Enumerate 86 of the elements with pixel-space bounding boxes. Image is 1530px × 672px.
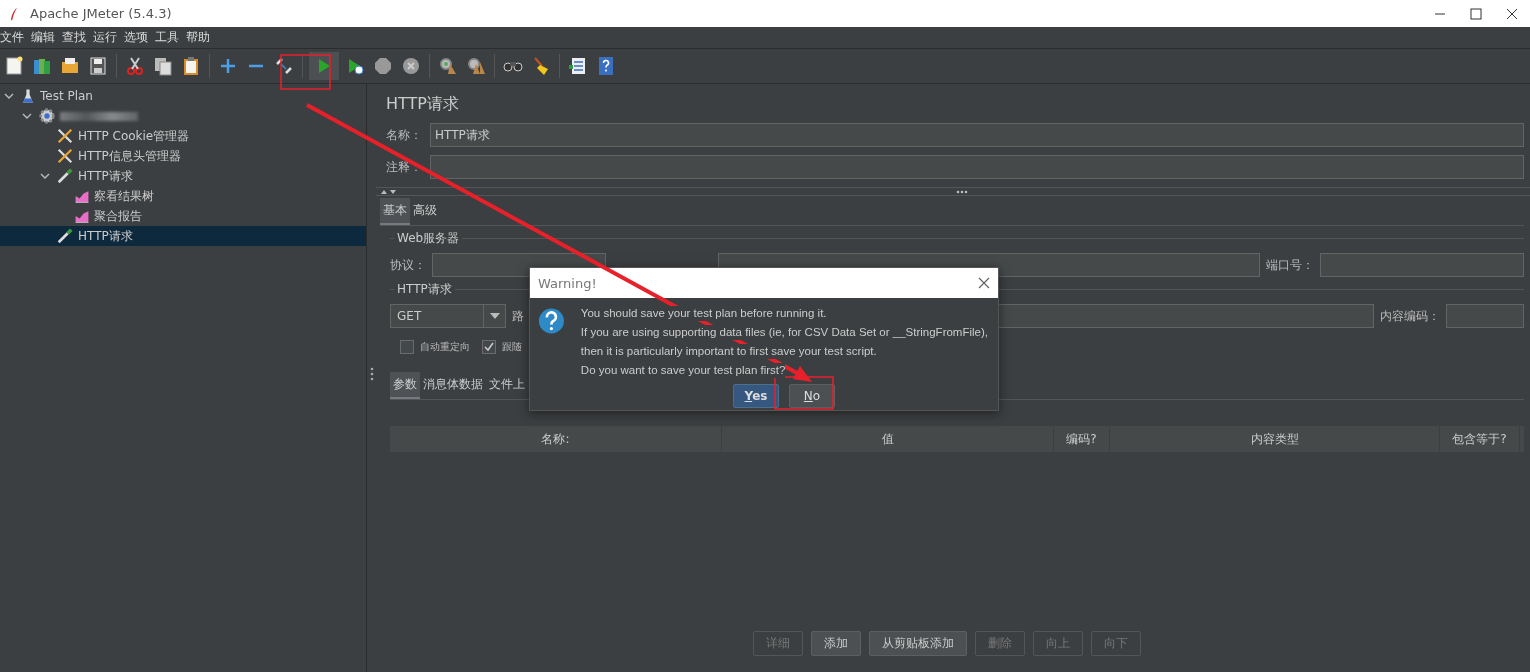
expand-caret-icon[interactable] xyxy=(40,171,50,181)
tree-item[interactable]: 察看结果树 xyxy=(0,186,366,206)
dropdown-arrow-icon[interactable] xyxy=(489,313,500,319)
encoding-field[interactable] xyxy=(1446,304,1524,328)
maximize-icon[interactable] xyxy=(1470,7,1482,20)
field-label: 注释： xyxy=(386,158,422,176)
action-button[interactable]: 添加 xyxy=(811,631,861,656)
stop-icon xyxy=(373,56,393,76)
menu-item[interactable]: 查找 xyxy=(62,29,86,46)
field-label: 内容编码： xyxy=(1380,307,1440,325)
checkbox[interactable] xyxy=(400,340,414,354)
dialog-button[interactable]: Yes xyxy=(733,384,779,408)
field-label: 端口号： xyxy=(1266,256,1314,274)
menu-item[interactable]: 帮助 xyxy=(186,29,210,46)
dialog-message: then it is particularly important to first save your test script. xyxy=(580,344,877,359)
column-header: 包含等于? xyxy=(1440,426,1520,452)
name-field[interactable]: HTTP请求 xyxy=(430,123,1524,147)
minus-icon xyxy=(247,63,265,69)
menu-item[interactable]: 文件 xyxy=(0,29,24,46)
panel-title: HTTP请求 xyxy=(385,93,460,115)
help-book-icon xyxy=(596,56,616,76)
menu-item[interactable]: 运行 xyxy=(93,29,117,46)
copy-icon xyxy=(153,56,173,76)
wrench-screwdriver-icon xyxy=(56,147,74,165)
column-header: 内容类型 xyxy=(1110,426,1440,452)
toggle-icon xyxy=(274,56,294,76)
highlight-frame xyxy=(280,54,331,90)
templates-icon xyxy=(32,56,52,76)
close-icon[interactable] xyxy=(1506,7,1518,20)
close-icon[interactable] xyxy=(978,277,990,289)
method-dropdown[interactable]: GET xyxy=(390,304,506,328)
menu-item[interactable]: 选项 xyxy=(124,29,148,46)
tab[interactable]: 文件上 xyxy=(486,372,528,399)
tree-item[interactable]: Test Plan xyxy=(0,86,366,106)
gear-brooms-icon xyxy=(466,56,486,76)
save-icon xyxy=(88,56,108,76)
gear-broom-icon xyxy=(438,56,458,76)
shutdown-icon xyxy=(401,56,421,76)
gear-icon xyxy=(38,107,56,125)
question-icon xyxy=(538,306,565,336)
plus-icon xyxy=(218,56,238,76)
dialog-message: If you are using supporting data files (ie, for CSV Data Set or __StringFromFile), xyxy=(580,325,988,340)
menu-item[interactable]: 编辑 xyxy=(31,29,55,46)
list-icon xyxy=(568,56,588,76)
window-title: Apache JMeter (5.4.3) xyxy=(30,6,172,21)
pipette-icon xyxy=(56,167,74,185)
tree-item[interactable]: 聚合报告 xyxy=(0,206,366,226)
port-field[interactable] xyxy=(1320,253,1524,277)
tab[interactable]: 消息体数据 xyxy=(420,372,486,399)
clipboard-icon xyxy=(181,56,201,76)
wrench-screwdriver-icon xyxy=(56,127,74,145)
group-title: HTTP请求 xyxy=(394,281,455,298)
collapse-arrows-icon[interactable] xyxy=(380,188,398,195)
field-label: 协议： xyxy=(390,256,426,274)
dialog-button[interactable]: No xyxy=(789,384,835,408)
field-label: 名称： xyxy=(386,126,422,144)
drag-handle-icon[interactable] xyxy=(956,189,968,194)
new-file-icon xyxy=(4,56,24,76)
tree-item[interactable]: HTTP请求 xyxy=(0,226,366,246)
group-title: Web服务器 xyxy=(394,230,463,247)
column-header: 编码? xyxy=(1054,426,1110,452)
checkbox-option[interactable]: 自动重定向 xyxy=(400,340,470,354)
pipette-icon xyxy=(56,227,74,245)
tree-item[interactable]: HTTP请求 xyxy=(0,166,366,186)
dialog-title: Warning! xyxy=(538,275,597,291)
column-header: 名称: xyxy=(390,426,722,452)
column-header: 值 xyxy=(722,426,1054,452)
field-label: 路 xyxy=(512,307,524,325)
comment-field[interactable] xyxy=(430,155,1524,179)
scissors-icon xyxy=(125,56,145,76)
checkbox-option[interactable]: 跟随 xyxy=(482,340,522,354)
folder-icon xyxy=(60,56,80,76)
tab[interactable]: 基本 xyxy=(380,198,410,225)
dialog-message: Do you want to save your test plan first? xyxy=(580,363,786,378)
tab[interactable]: 参数 xyxy=(390,372,420,399)
menu-item[interactable]: 工具 xyxy=(155,29,179,46)
tree-item[interactable]: HTTP Cookie管理器 xyxy=(0,126,366,146)
action-button[interactable]: 从剪贴板添加 xyxy=(869,631,967,656)
splitter-handle-icon[interactable] xyxy=(369,367,374,381)
tab[interactable]: 高级 xyxy=(410,198,440,225)
highlight-frame xyxy=(774,376,834,410)
broom-icon xyxy=(531,56,551,76)
dialog-message: You should save your test plan before running it. xyxy=(580,306,827,321)
tree-item[interactable]: HTTP信息头管理器 xyxy=(0,146,366,166)
binoculars-icon xyxy=(503,60,523,72)
checkbox[interactable] xyxy=(482,340,496,354)
